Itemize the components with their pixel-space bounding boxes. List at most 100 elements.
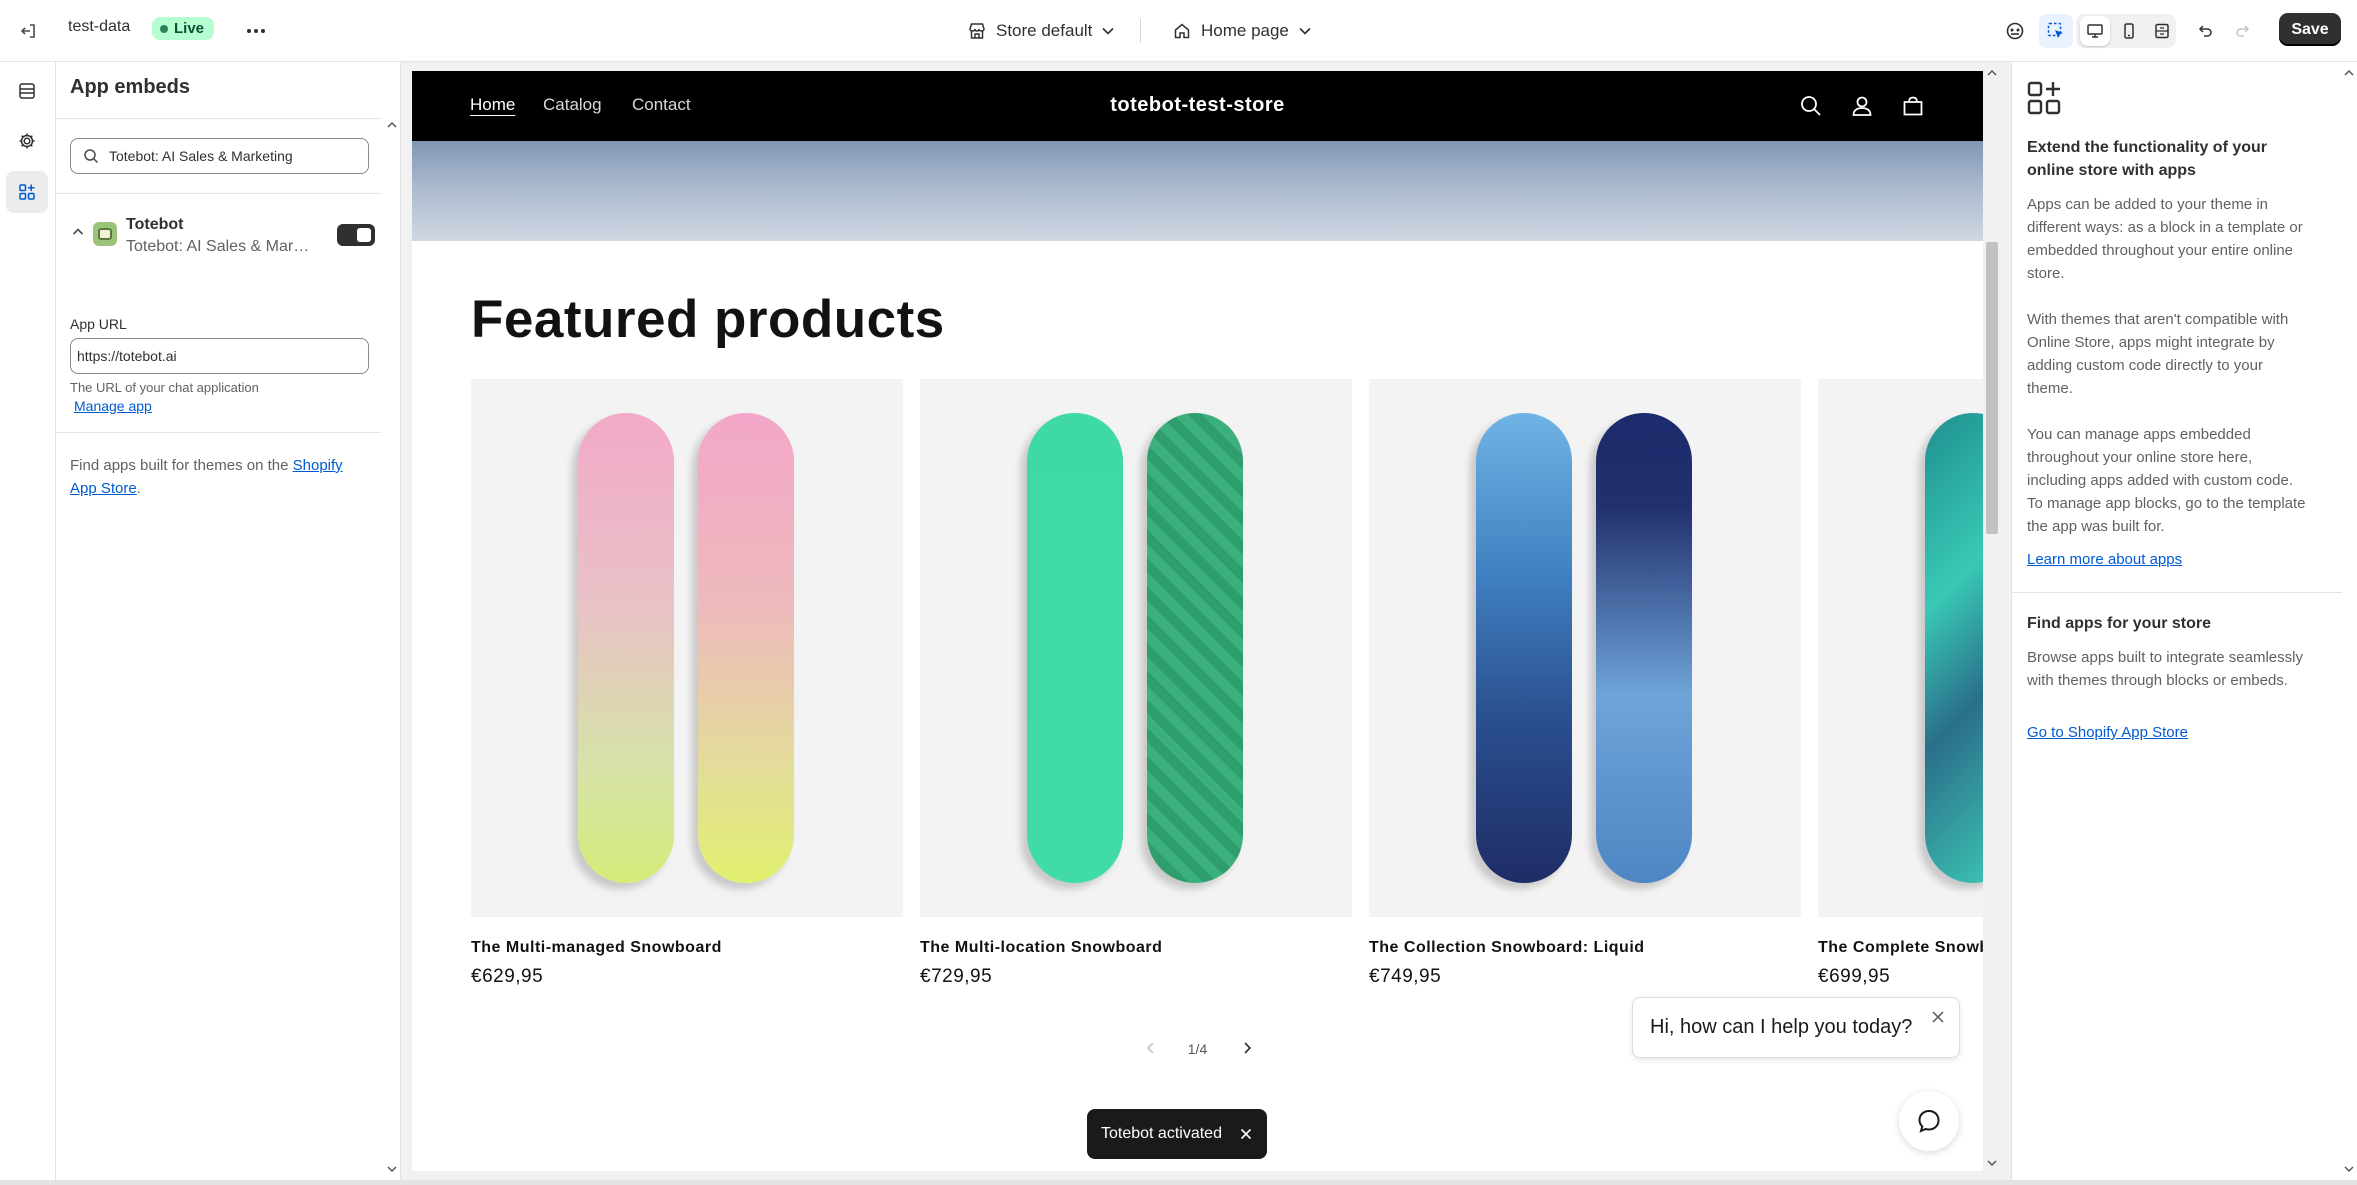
exit-icon[interactable]	[14, 16, 44, 46]
chevron-down-icon	[1299, 27, 1311, 35]
chat-launcher-button[interactable]	[1899, 1091, 1959, 1151]
app-name: Totebot	[126, 216, 184, 233]
scroll-up-icon[interactable]	[1985, 66, 1999, 80]
manage-app-link[interactable]: Manage app	[74, 398, 152, 414]
find-apps-prefix: Find apps built for themes on the	[70, 457, 293, 474]
chat-greeting-text: Hi, how can I help you today?	[1650, 1016, 1913, 1038]
toast-text: Totebot activated	[1101, 1125, 1222, 1142]
app-info-panel: Extend the functionality of your online …	[2011, 62, 2357, 1180]
search-icon[interactable]	[1796, 91, 1826, 121]
app-embed-illustration-icon	[2027, 81, 2061, 115]
product-price: €749,95	[1369, 966, 1442, 987]
product-price: €629,95	[471, 966, 544, 987]
page-selector[interactable]: Home page	[1165, 14, 1319, 48]
inspector-cursor-icon[interactable]	[2039, 14, 2073, 48]
product-image[interactable]	[1818, 379, 1983, 917]
scroll-up-icon[interactable]	[385, 118, 399, 132]
more-actions-icon[interactable]	[240, 16, 272, 46]
product-image[interactable]	[920, 379, 1352, 917]
app-url-help: The URL of your chat application	[70, 380, 259, 395]
chevron-down-icon	[1102, 27, 1114, 35]
toast-notification: Totebot activated	[1087, 1109, 1267, 1159]
store-selector-label: Store default	[996, 21, 1093, 40]
close-icon[interactable]	[1931, 1010, 1945, 1024]
info-paragraph: Apps can be added to your theme in diffe…	[2027, 196, 2303, 282]
app-search-field[interactable]	[70, 138, 369, 174]
product-price: €729,95	[920, 966, 993, 987]
product-card[interactable]: The Multi-location Snowboard €729,95	[920, 379, 1352, 988]
app-url-field[interactable]	[70, 338, 369, 374]
account-icon[interactable]	[1847, 91, 1877, 121]
product-image[interactable]	[1369, 379, 1801, 917]
editor-topbar: test-data Live Store default Home page S…	[0, 0, 2357, 62]
search-icon	[84, 149, 99, 164]
chat-greeting-bubble[interactable]: Hi, how can I help you today?	[1632, 997, 1960, 1058]
scroll-down-icon[interactable]	[1985, 1156, 1999, 1170]
featured-products-title: Featured products	[471, 290, 945, 349]
totebot-logo-icon	[93, 222, 117, 246]
product-title[interactable]: The Complete Snowboard	[1818, 939, 1983, 957]
divider	[56, 432, 381, 433]
storefront-preview[interactable]: Home Catalog Contact totebot-test-store …	[412, 71, 1983, 1171]
product-image[interactable]	[471, 379, 903, 917]
app-embeds-panel: App embeds Totebot Totebot: AI Sales & M…	[56, 62, 401, 1180]
store-header: Home Catalog Contact totebot-test-store	[412, 71, 1983, 141]
fullscreen-view-icon[interactable]	[2147, 16, 2177, 46]
chat-icon	[1918, 1109, 1940, 1133]
product-card[interactable]: The Collection Snowboard: Liquid €749,95	[1369, 379, 1801, 988]
scrollbar-thumb[interactable]	[1986, 242, 1998, 534]
panel-title: App embeds	[70, 76, 191, 98]
product-card[interactable]: The Complete Snowboard €699,95	[1818, 379, 1983, 988]
store-selector[interactable]: Store default	[960, 14, 1122, 48]
search-input[interactable]	[109, 148, 359, 164]
preview-scrollbar[interactable]	[1983, 62, 2001, 1180]
app-embed-toggle[interactable]	[337, 224, 375, 246]
info-paragraph: With themes that aren't compatible with …	[2027, 311, 2289, 397]
learn-more-apps-link[interactable]: Learn more about apps	[2027, 551, 2182, 568]
theme-name: test-data	[68, 18, 131, 35]
info-paragraph: You can manage apps embedded throughout …	[2027, 426, 2306, 535]
store-name[interactable]: totebot-test-store	[412, 94, 1983, 117]
product-title[interactable]: The Multi-managed Snowboard	[471, 939, 903, 957]
app-url-input[interactable]	[77, 348, 357, 364]
live-dot-icon	[160, 24, 168, 33]
redo-icon[interactable]	[2226, 14, 2260, 48]
info-heading: Extend the functionality of your online …	[2027, 139, 2268, 179]
live-badge-label: Live	[174, 20, 205, 37]
product-title[interactable]: The Collection Snowboard: Liquid	[1369, 939, 1801, 957]
theme-settings-gear-icon[interactable]	[6, 120, 48, 162]
divider	[1140, 19, 1141, 43]
app-embed-row[interactable]: Totebot Totebot: AI Sales & Marketing	[66, 212, 375, 268]
store-icon	[969, 23, 985, 39]
bottom-strip	[0, 1180, 2357, 1185]
product-title[interactable]: The Multi-location Snowboard	[920, 939, 1352, 957]
find-apps-heading: Find apps for your store	[2027, 615, 2212, 632]
app-embeds-icon[interactable]	[6, 171, 48, 213]
product-card[interactable]: The Multi-managed Snowboard €629,95	[471, 379, 903, 988]
app-subtitle: Totebot: AI Sales & Marketing	[126, 238, 310, 255]
hero-image	[412, 141, 1983, 241]
page-selector-label: Home page	[1201, 21, 1289, 40]
scroll-up-icon[interactable]	[2342, 66, 2356, 80]
undo-icon[interactable]	[2188, 14, 2222, 48]
close-icon[interactable]	[1239, 1127, 1253, 1141]
go-to-app-store-link[interactable]: Go to Shopify App Store	[2027, 724, 2188, 741]
divider	[56, 193, 381, 194]
save-button[interactable]: Save	[2279, 13, 2341, 46]
live-badge: Live	[152, 17, 215, 40]
scroll-down-icon[interactable]	[2342, 1162, 2356, 1176]
sections-icon[interactable]	[6, 70, 48, 112]
desktop-view-icon[interactable]	[2080, 16, 2110, 46]
home-icon	[1174, 23, 1190, 39]
chevron-up-icon[interactable]	[70, 224, 86, 240]
divider	[2012, 592, 2342, 593]
mobile-view-icon[interactable]	[2114, 16, 2144, 46]
ai-sidekick-icon[interactable]	[1998, 14, 2032, 48]
scroll-down-icon[interactable]	[385, 1162, 399, 1176]
product-price: €699,95	[1818, 966, 1891, 987]
find-apps-suffix: .	[136, 480, 141, 497]
editor-rail	[0, 62, 56, 1180]
cart-icon[interactable]	[1898, 91, 1928, 121]
chevron-right-icon[interactable]	[1238, 1039, 1256, 1057]
find-apps-text: Find apps built for themes on the Shopif…	[70, 454, 370, 500]
